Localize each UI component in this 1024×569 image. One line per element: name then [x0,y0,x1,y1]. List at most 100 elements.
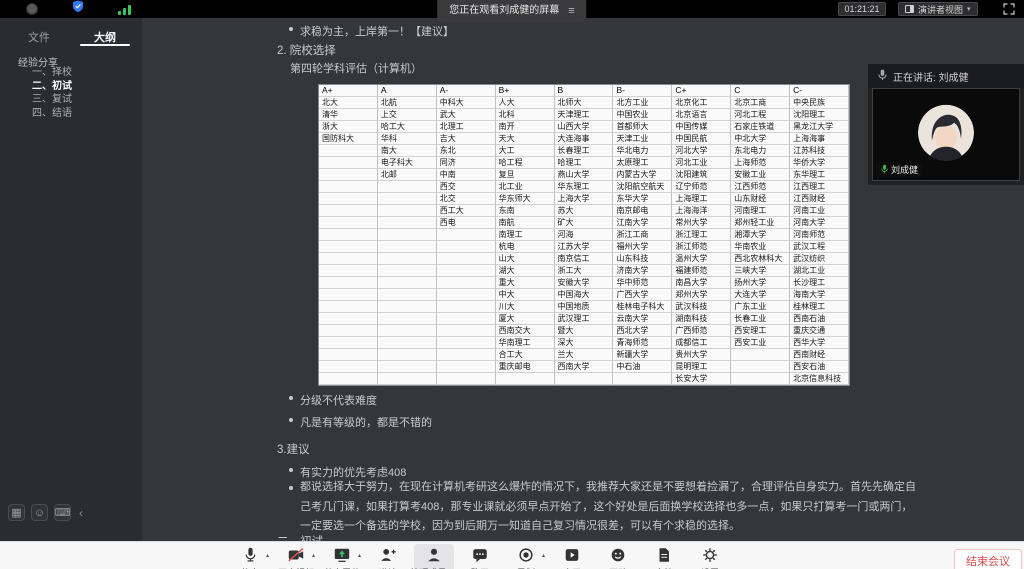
bullet-dot [289,27,293,31]
table-cell: 山大 [496,253,555,265]
table-cell: 南理工 [496,229,555,241]
members-icon [425,546,443,564]
view-mode-button[interactable]: 演讲者视图 ▾ [898,2,978,16]
advice-paragraph: 都说选择大于努力，在现在计算机考研这么爆炸的情况下，我推荐大家还是不要想着捡漏了… [289,478,922,537]
table-cell: 三峡大学 [731,265,790,277]
collapse-chevron-icon[interactable]: ‹ [79,506,83,520]
microphone-icon [878,69,887,84]
table-header-cell: B- [613,85,672,97]
table-cell: 太原理工 [613,157,672,169]
table-cell: 浙工大 [555,265,614,277]
outline-item[interactable]: 四、结语 [32,109,72,119]
table-cell: 电子科大 [378,157,437,169]
toolbar-members-button[interactable]: 管理成员(4) [414,544,454,569]
table-cell [319,289,378,301]
outline-item[interactable]: 一、择校 [32,68,72,78]
menu-icon[interactable]: ≡ [568,0,574,22]
table-cell: 海南大学 [790,289,849,301]
table-cell: 河南工业 [790,205,849,217]
fullscreen-button[interactable] [1001,2,1017,16]
table-cell: 西电 [437,217,496,229]
toolbar-camera-button[interactable]: ▴开启视频 [276,544,316,569]
bullet-dot [289,468,293,472]
layout-icon [905,5,914,13]
table-cell [319,181,378,193]
outline-item[interactable]: 二、初试 [32,82,72,92]
end-meeting-button[interactable]: 结束会议 [954,549,1022,569]
table-header-cell: A+ [319,85,378,97]
toolbar-invite-button[interactable]: 邀请 [368,544,408,569]
table-cell: 江南大学 [613,217,672,229]
table-cell [319,157,378,169]
caret-up-icon[interactable]: ▴ [266,552,269,559]
table-cell: 西工大 [437,205,496,217]
table-cell [319,193,378,205]
participant-video-tile[interactable]: 刘成健 [872,88,1020,181]
tab-outline[interactable]: 大纲 [94,29,116,45]
table-cell: 大连大学 [731,289,790,301]
table-cell: 河南理工 [731,205,790,217]
table-cell: 北航 [378,97,437,109]
table-cell: 武汉理工 [555,313,614,325]
table-header-cell: C- [790,85,849,97]
meeting-timer: 01:21:21 [838,2,886,16]
table-cell [319,301,378,313]
table-cell: 国防科大 [319,133,378,145]
toolbar-docs-button[interactable]: 文档 [644,544,684,569]
table-cell: 西安理工 [731,325,790,337]
table-cell: 沈阳航空航天 [613,181,672,193]
table-cell [319,361,378,373]
table-cell: 南航 [496,217,555,229]
doc-floating-tools: ▦ ☺ ⌨ ‹ [8,504,83,521]
reactions-icon [609,546,627,564]
table-cell: 福建师范 [672,265,731,277]
caret-up-icon[interactable]: ▴ [312,552,315,559]
table-cell: 山东科技 [613,253,672,265]
toolbar-share-screen-button[interactable]: ▴共享屏幕 [322,544,362,569]
grid-icon[interactable]: ▦ [8,504,25,521]
table-cell: 石家庄铁道 [731,121,790,133]
table-cell: 南大 [378,145,437,157]
subsection-heading: 3.建议 [277,441,310,457]
table-cell: 川大 [496,301,555,313]
table-cell: 东南 [496,205,555,217]
status-dot-icon [26,3,38,15]
evaluation-table: A+AA-B+BB-C+CC-北大北航中科大人大北师大北方工业北京化工北京工商中… [318,84,850,386]
table-cell [378,181,437,193]
table-cell: 北大 [319,97,378,109]
table-cell: 南开 [496,121,555,133]
table-cell: 湖南科技 [672,313,731,325]
table-cell: 中大 [496,289,555,301]
table-cell: 大工 [496,145,555,157]
tab-files[interactable]: 文件 [28,29,50,45]
toolbar-chat-button[interactable]: 聊天 [460,544,500,569]
table-cell: 湖北工业 [790,265,849,277]
toolbar-reactions-button[interactable]: 互动 [598,544,638,569]
screen-watch-banner[interactable]: 您正在观看刘成健的屏幕 ≡ [437,0,586,22]
table-cell: 湘潭大学 [731,229,790,241]
table-cell: 中科大 [437,97,496,109]
table-cell: 中国海大 [555,289,614,301]
table-cell: 北京语言 [672,109,731,121]
toolbar-settings-button[interactable]: 设置 [690,544,730,569]
emoji-icon[interactable]: ☺ [31,504,48,521]
table-cell: 沈阳建筑 [672,169,731,181]
table-cell [437,289,496,301]
table-header-cell: C [731,85,790,97]
caret-up-icon[interactable]: ▴ [358,552,361,559]
outline-item[interactable]: 三、复试 [32,95,72,105]
table-cell [378,205,437,217]
table-cell [319,373,378,385]
caret-up-icon[interactable]: ▴ [542,552,545,559]
table-cell: 桂林电子科大 [613,301,672,313]
keyboard-icon[interactable]: ⌨ [54,504,71,521]
toolbar-record-button[interactable]: ▴录制 [506,544,546,569]
table-cell: 中国民航 [672,133,731,145]
table-cell [437,241,496,253]
toolbar-mute-button[interactable]: ▴静音 [230,544,270,569]
table-cell: 华北电力 [613,145,672,157]
table-cell [378,349,437,361]
doc-bullet-text: 分级不代表难度 [300,392,377,408]
table-cell [437,373,496,385]
toolbar-apps-button[interactable]: 应用 [552,544,592,569]
